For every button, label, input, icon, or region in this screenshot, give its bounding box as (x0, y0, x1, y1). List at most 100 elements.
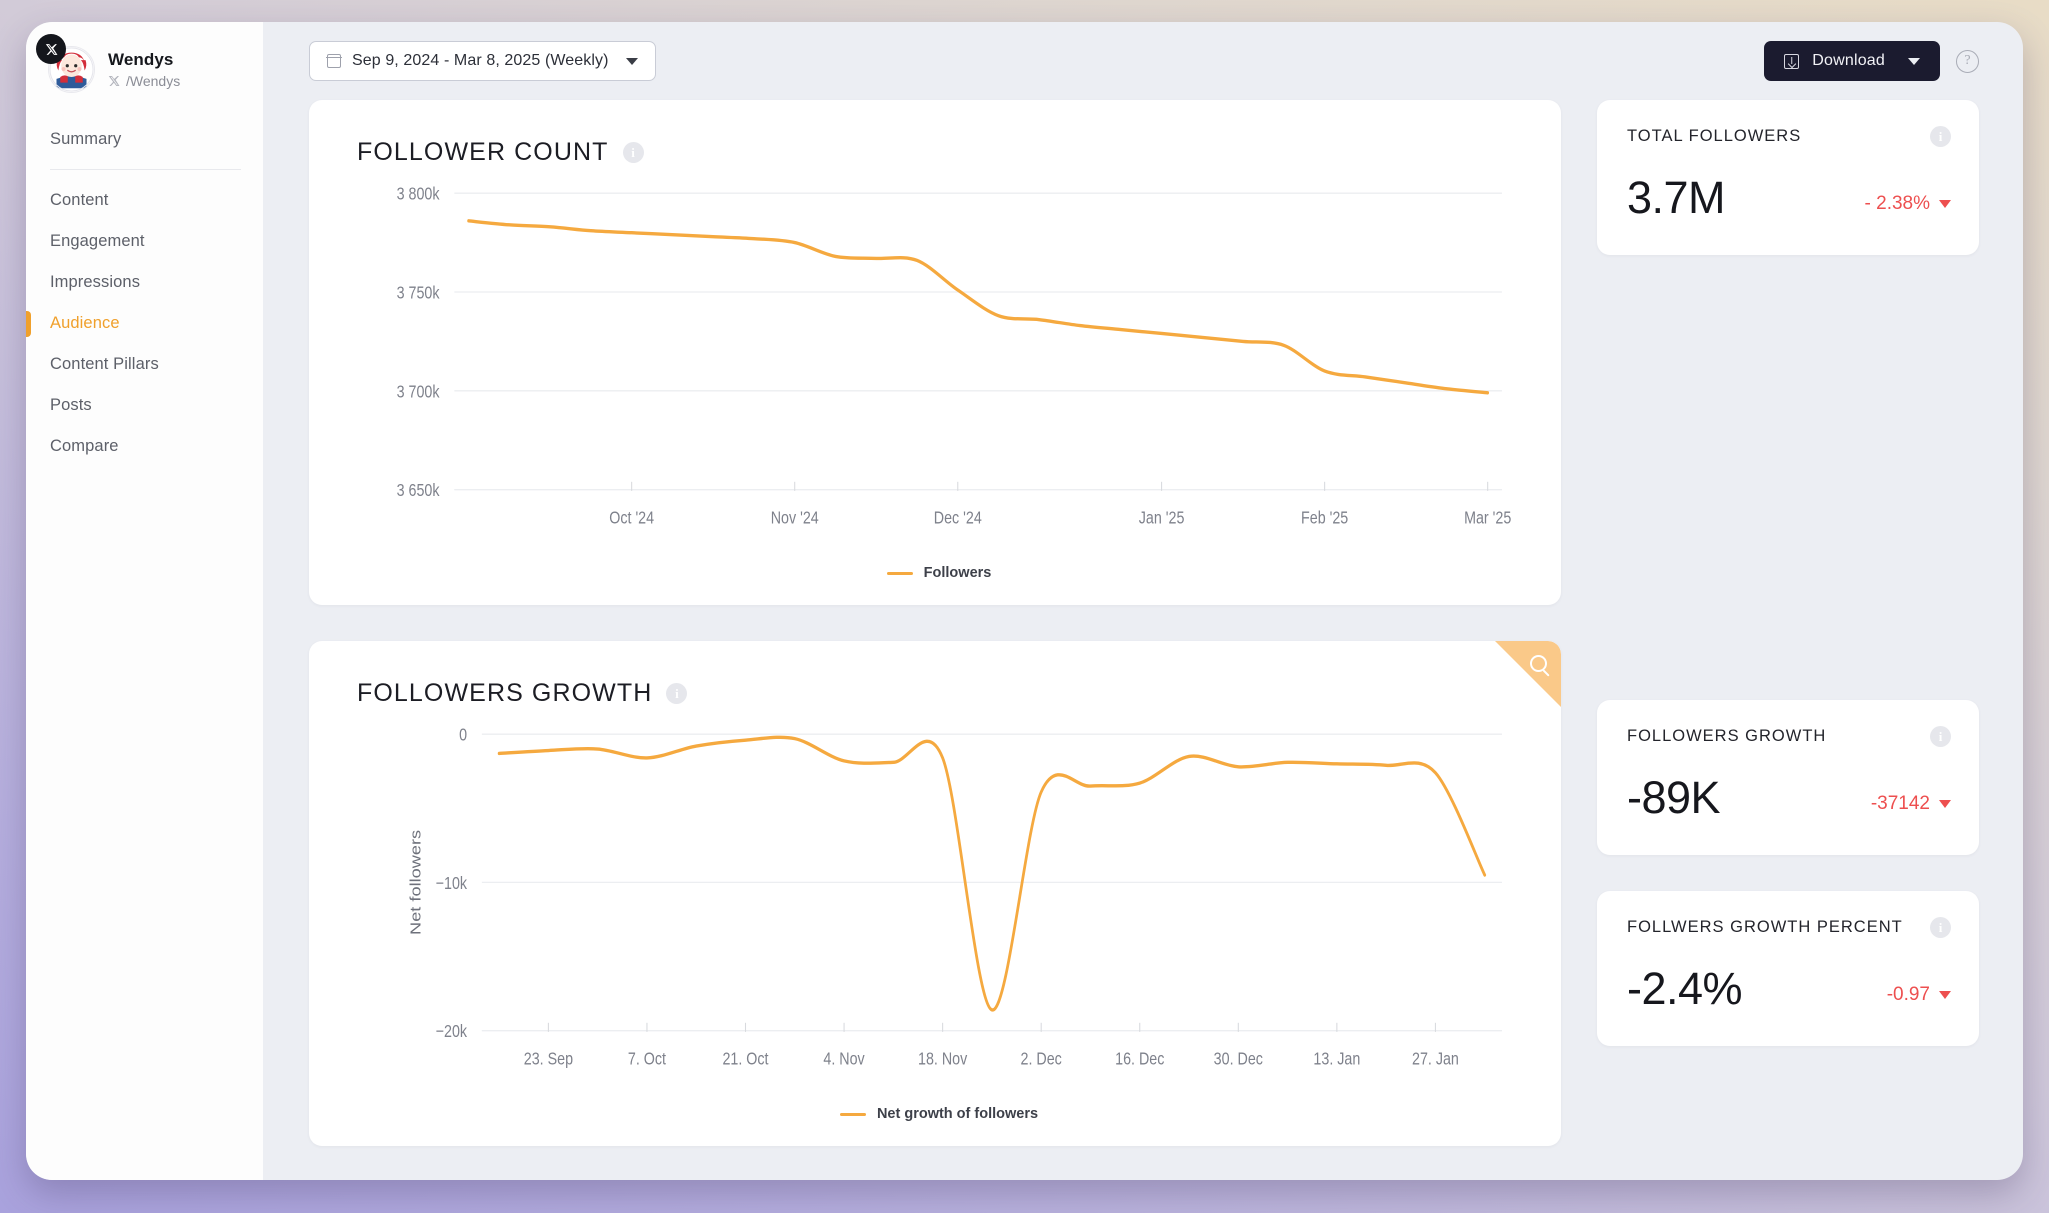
sidebar-item-impressions[interactable]: Impressions (26, 262, 263, 303)
kpi-growth-header: FOLLOWERS GROWTH i (1627, 726, 1951, 747)
corner-ribbon (1495, 641, 1561, 707)
date-range-picker[interactable]: Sep 9, 2024 - Mar 8, 2025 (Weekly) (309, 41, 656, 81)
legend-swatch-net-growth (839, 1112, 866, 1116)
kpi-total-header: TOTAL FOLLOWERS i (1627, 126, 1951, 147)
follower-count-svg: 3 650k 3 700k 3 750k 3 800k Oct '24 Nov '24 De… (397, 185, 1512, 528)
kpi-followers-growth: FOLLOWERS GROWTH i -89K -37142 (1597, 700, 1979, 855)
kpi-growth-pct-info-icon[interactable]: i (1930, 917, 1951, 938)
zoom-chart-button[interactable] (1495, 641, 1561, 707)
x-platform-badge-icon (36, 34, 66, 64)
follower-count-title: FOLLOWER COUNT (357, 138, 609, 166)
legend-swatch-followers (886, 571, 913, 575)
kpi-growth-pct-body: -2.4% -0.97 (1627, 966, 1951, 1011)
kpi-column: TOTAL FOLLOWERS i 3.7M - 2.38% FOLLOWERS… (1597, 100, 1979, 1146)
content-bottom-spacer (263, 1146, 2023, 1180)
svg-text:13. Jan: 13. Jan (1313, 1050, 1360, 1069)
svg-text:Dec '24: Dec '24 (934, 509, 982, 528)
followers-growth-svg: Net followers −20k −10k 0 23. Sep 7. Oct 21. O… (407, 726, 1502, 1069)
profile-name: Wendys (108, 50, 174, 69)
kpi-growth-pct-delta-text: -0.97 (1886, 984, 1930, 1005)
kpi-bottom-spacer (1597, 1082, 1979, 1146)
avatar (36, 34, 95, 93)
kpi-growth-info-icon[interactable]: i (1930, 726, 1951, 747)
kpi-growth-delta-text: -37142 (1870, 793, 1930, 814)
profile-handle: /Wendys (108, 73, 180, 89)
svg-text:Oct '24: Oct '24 (609, 509, 654, 528)
svg-text:16. Dec: 16. Dec (1115, 1050, 1164, 1069)
profile-header[interactable]: Wendys /Wendys (26, 22, 263, 93)
svg-text:23. Sep: 23. Sep (524, 1050, 573, 1069)
kpi-growth-pct-title: FOLLWERS GROWTH PERCENT (1627, 918, 1903, 936)
kpi-total-title: TOTAL FOLLOWERS (1627, 127, 1802, 145)
app-window: Wendys /Wendys Summary Content Engagemen… (26, 22, 2023, 1180)
trend-down-icon (1939, 991, 1951, 999)
kpi-total-value: 3.7M (1627, 172, 1726, 223)
svg-text:21. Oct: 21. Oct (722, 1050, 769, 1069)
help-icon[interactable]: ? (1956, 49, 1979, 73)
sidebar-nav: Summary Content Engagement Impressions A… (26, 119, 263, 467)
follower-count-legend: Followers (357, 565, 1521, 585)
follower-count-header: FOLLOWER COUNT i (357, 138, 1521, 167)
kpi-total-delta-text: - 2.38% (1864, 193, 1930, 214)
sidebar-item-content-pillars[interactable]: Content Pillars (26, 344, 263, 385)
svg-text:4. Nov: 4. Nov (823, 1050, 864, 1069)
download-label: Download (1812, 52, 1885, 69)
svg-text:Nov '24: Nov '24 (771, 509, 819, 528)
svg-text:7. Oct: 7. Oct (628, 1050, 667, 1069)
kpi-growth-value: -89K (1627, 772, 1721, 823)
kpi-growth-pct-header: FOLLWERS GROWTH PERCENT i (1627, 917, 1951, 938)
follower-count-plot: 3 650k 3 700k 3 750k 3 800k Oct '24 Nov '24 De… (357, 175, 1521, 565)
download-chevron-down-icon[interactable] (1908, 57, 1920, 65)
svg-text:3 700k: 3 700k (397, 383, 441, 402)
search-icon (1530, 655, 1547, 672)
charts-column: FOLLOWER COUNT i 3 650k 3 700k 3 750k 3 800… (309, 100, 1561, 1146)
trend-down-icon (1939, 200, 1951, 208)
svg-text:Feb '25: Feb '25 (1301, 509, 1348, 528)
kpi-total-delta: - 2.38% (1865, 193, 1951, 220)
svg-text:Mar '25: Mar '25 (1464, 509, 1511, 528)
follower-count-card: FOLLOWER COUNT i 3 650k 3 700k 3 750k 3 800… (309, 100, 1561, 605)
chevron-down-icon (625, 57, 638, 65)
svg-text:30. Dec: 30. Dec (1214, 1050, 1263, 1069)
svg-text:0: 0 (459, 726, 467, 745)
sidebar-item-audience[interactable]: Audience (26, 303, 263, 344)
followers-growth-card: FOLLOWERS GROWTH i Net followers −20k −10k… (309, 641, 1561, 1146)
main-region: Sep 9, 2024 - Mar 8, 2025 (Weekly) Downl… (263, 22, 2023, 1180)
sidebar-item-posts[interactable]: Posts (26, 385, 263, 426)
kpi-spacer (1597, 291, 1979, 664)
svg-text:Jan '25: Jan '25 (1139, 509, 1185, 528)
sidebar-item-summary[interactable]: Summary (26, 119, 263, 160)
svg-text:Net followers: Net followers (407, 830, 424, 935)
followers-growth-info-icon[interactable]: i (666, 683, 688, 704)
kpi-total-followers: TOTAL FOLLOWERS i 3.7M - 2.38% (1597, 100, 1979, 255)
svg-text:3 650k: 3 650k (397, 482, 441, 501)
sidebar-divider (50, 169, 241, 170)
sidebar-item-compare[interactable]: Compare (26, 426, 263, 467)
kpi-followers-growth-percent: FOLLWERS GROWTH PERCENT i -2.4% -0.97 (1597, 891, 1979, 1046)
svg-text:−20k: −20k (436, 1023, 468, 1042)
sidebar-item-content[interactable]: Content (26, 180, 263, 221)
followers-growth-header: FOLLOWERS GROWTH i (357, 679, 1521, 708)
download-button[interactable]: Download (1764, 41, 1940, 81)
trend-down-icon (1939, 800, 1951, 808)
svg-text:2. Dec: 2. Dec (1021, 1050, 1062, 1069)
follower-count-info-icon[interactable]: i (622, 142, 644, 163)
date-range-label: Sep 9, 2024 - Mar 8, 2025 (Weekly) (352, 52, 609, 69)
toolbar-right: Download ? (1764, 41, 1979, 81)
calendar-icon (326, 54, 342, 68)
svg-text:18. Nov: 18. Nov (918, 1050, 967, 1069)
kpi-growth-pct-delta: -0.97 (1887, 984, 1951, 1011)
profile-handle-text: /Wendys (126, 73, 181, 89)
kpi-growth-title: FOLLOWERS GROWTH (1627, 727, 1827, 745)
sidebar-item-engagement[interactable]: Engagement (26, 221, 263, 262)
followers-growth-legend: Net growth of followers (357, 1106, 1521, 1126)
sidebar: Wendys /Wendys Summary Content Engagemen… (26, 22, 263, 1180)
svg-text:3 750k: 3 750k (397, 284, 441, 303)
legend-label-followers: Followers (923, 565, 992, 581)
download-icon (1784, 53, 1800, 69)
kpi-total-info-icon[interactable]: i (1930, 126, 1951, 147)
x-small-icon (108, 76, 120, 86)
kpi-growth-delta: -37142 (1871, 793, 1951, 820)
svg-text:27. Jan: 27. Jan (1412, 1050, 1459, 1069)
kpi-total-body: 3.7M - 2.38% (1627, 175, 1951, 220)
